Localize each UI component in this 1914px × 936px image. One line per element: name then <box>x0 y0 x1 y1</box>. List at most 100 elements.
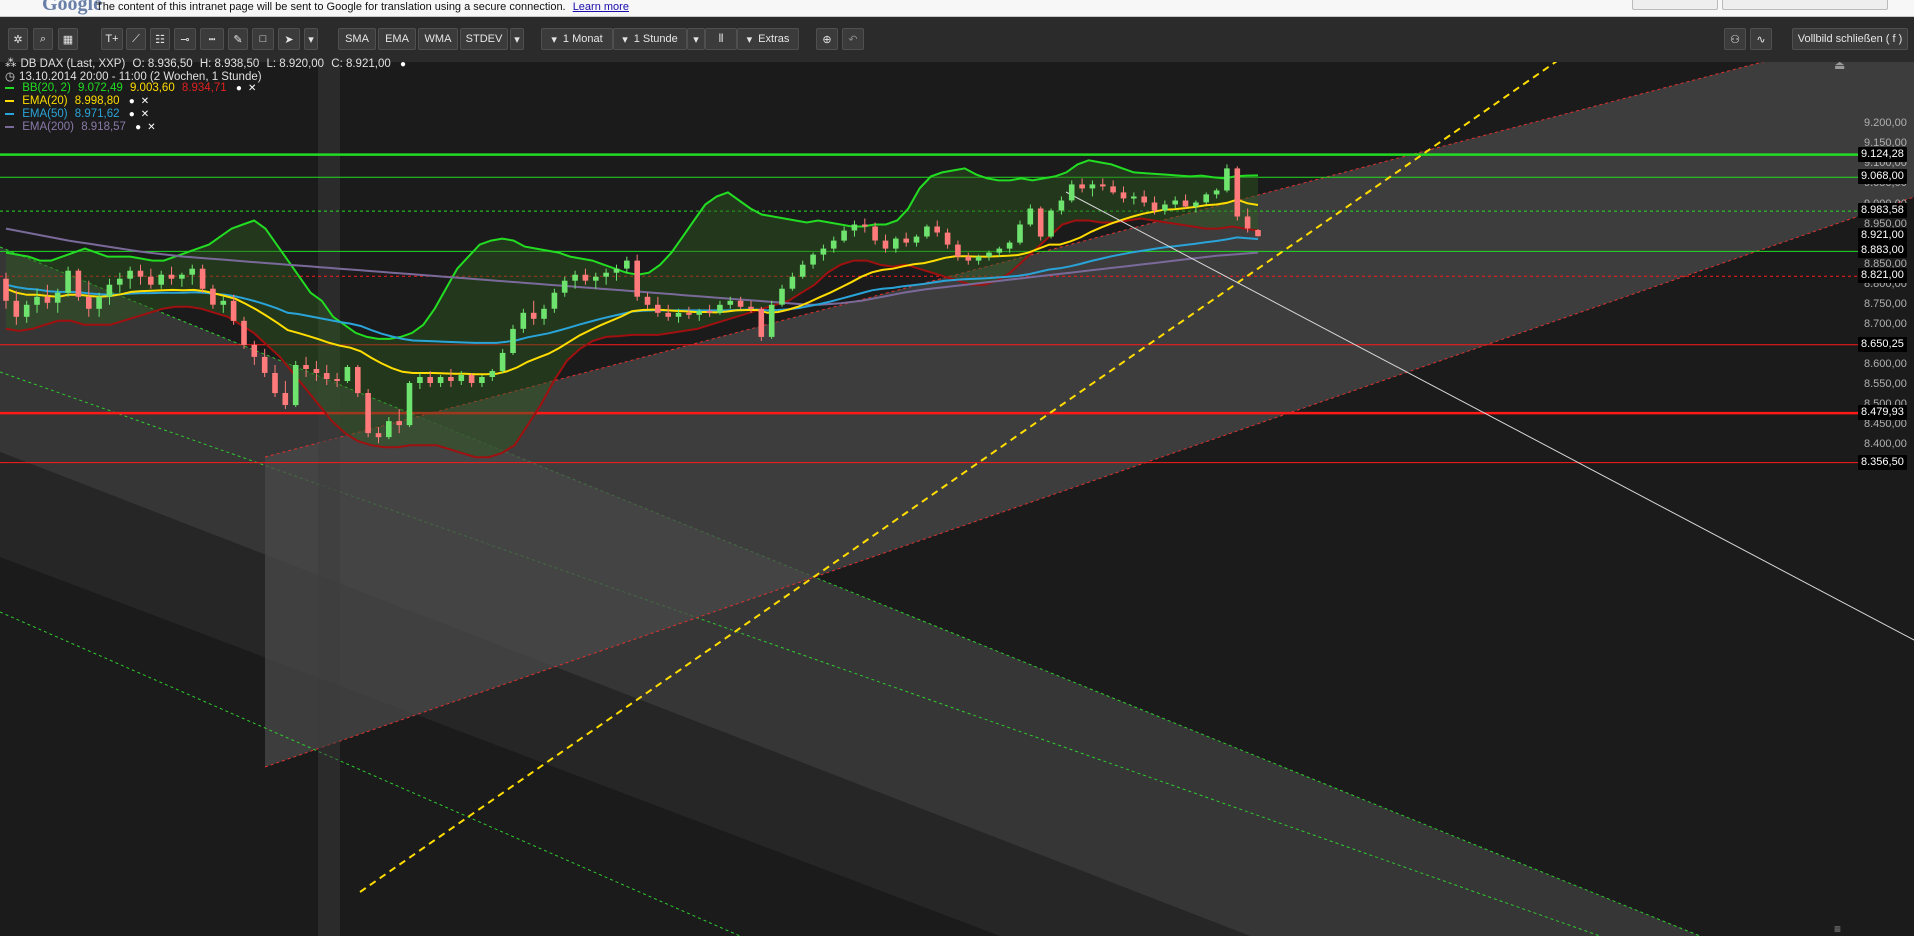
candle-body <box>955 244 961 257</box>
price-level-marker: 8.356,50 <box>1858 454 1907 470</box>
line-tool-button[interactable]: ⟋ <box>126 28 146 50</box>
candle-body <box>96 296 102 309</box>
candle-body <box>117 278 123 285</box>
candle-body <box>427 377 433 383</box>
dashed-line-button[interactable]: ┅ <box>200 28 224 50</box>
candle-body <box>551 292 558 309</box>
candle-body <box>1048 210 1054 237</box>
price-level-marker: 9.068,00 <box>1858 169 1907 185</box>
search-icon: ⌕ <box>39 32 47 45</box>
candle-body <box>882 240 889 249</box>
chart-type-button[interactable]: ⫴ <box>705 28 737 50</box>
candle-body <box>199 268 206 289</box>
text-tool-icon: T+ <box>105 33 119 45</box>
candle-body <box>1234 168 1241 217</box>
candle-body <box>675 312 682 317</box>
grid-button[interactable]: ▦ <box>58 28 78 50</box>
fibonacci-icon: ☷ <box>155 33 165 46</box>
horizontal-line-button[interactable]: ⊸ <box>174 28 196 50</box>
candle-body <box>1079 184 1085 189</box>
axis-scroll-down-icon[interactable]: ≡ <box>1834 922 1841 936</box>
tools-dropdown-button[interactable]: ▾ <box>304 28 318 50</box>
translate-button[interactable] <box>1632 0 1718 10</box>
candle-body <box>189 268 195 275</box>
candle-body <box>644 296 651 305</box>
indicator-wma-button[interactable]: WMA <box>418 28 458 50</box>
candle-body <box>261 356 268 373</box>
candle-body <box>1224 168 1230 191</box>
zoom-button[interactable]: ⊕ <box>816 28 838 50</box>
candle-body <box>1151 202 1158 211</box>
period-select[interactable]: ▾ 1 Monat <box>541 28 613 50</box>
fullscreen-close-button[interactable]: Vollbild schließen ( f ) <box>1792 28 1908 50</box>
ema200-settings-icon[interactable]: ● <box>135 122 141 133</box>
rectangle-button[interactable]: □ <box>252 28 274 50</box>
candle-body <box>851 224 858 231</box>
candle-body <box>34 296 40 305</box>
indicator-ema-button[interactable]: EMA <box>378 28 416 50</box>
chart-type-dropdown[interactable]: ▾ <box>687 28 705 50</box>
ema20-close-icon[interactable]: ✕ <box>141 96 149 107</box>
candle-body <box>717 304 723 313</box>
price-chart[interactable] <box>0 62 1914 936</box>
ema200-close-icon[interactable]: ✕ <box>147 122 155 133</box>
search-button[interactable]: ⌕ <box>33 28 53 50</box>
axis-tick-label: 8.400,00 <box>1864 438 1907 451</box>
candle-body <box>655 304 661 313</box>
fibonacci-tool-button[interactable]: ☷ <box>150 28 170 50</box>
chevron-down-icon: ▾ <box>622 33 628 46</box>
bb-settings-icon[interactable]: ● <box>236 83 242 94</box>
candle-body <box>251 344 258 357</box>
indicator-stdev-button[interactable]: STDEV <box>460 28 508 50</box>
candle-body <box>1058 200 1065 211</box>
undo-button[interactable]: ↶ <box>842 28 864 50</box>
candle-body <box>862 224 868 227</box>
settings-dot-icon[interactable]: ● <box>400 59 406 70</box>
extras-menu[interactable]: ▾ Extras <box>737 28 799 50</box>
cursor-button[interactable]: ➤ <box>278 28 300 50</box>
candle-body <box>1162 204 1168 211</box>
price-level-marker: 8.821,00 <box>1858 268 1907 284</box>
pencil-button[interactable]: ✎ <box>228 28 248 50</box>
candle-body <box>13 300 20 317</box>
zoom-icon: ⊕ <box>822 33 832 46</box>
ema20-settings-icon[interactable]: ● <box>129 96 135 107</box>
text-tool-button[interactable]: T+ <box>101 28 123 50</box>
candle-body <box>158 274 164 285</box>
learn-more-link[interactable]: Learn more <box>573 1 629 13</box>
axis-tick-label: 8.600,00 <box>1864 358 1907 370</box>
candle-body <box>561 280 568 293</box>
candle-body <box>230 300 237 321</box>
chevron-down-icon: ▾ <box>551 33 557 46</box>
candle-body <box>530 312 537 319</box>
settings-button[interactable]: ✲ <box>8 28 28 50</box>
price-level-marker: 8.883,00 <box>1858 243 1907 259</box>
axis-tick-label: 8.750,00 <box>1864 297 1907 310</box>
price-level-marker: 8.983,58 <box>1858 203 1907 219</box>
translate-options-button[interactable] <box>1722 0 1888 10</box>
candle-body <box>1037 208 1044 237</box>
axis-scroll-up-icon[interactable]: ⏏ <box>1834 58 1845 72</box>
price-level-marker: 9.124,28 <box>1858 146 1907 162</box>
candle-body <box>1172 200 1178 205</box>
pulse-button[interactable]: ∿ <box>1750 28 1772 50</box>
trendline-icon: ⟋ <box>132 32 140 45</box>
interval-select[interactable]: ▾ 1 Stunde <box>613 28 687 50</box>
chart-area[interactable]: ⁂ DB DAX (Last, XXP) O: 8.936,50 H: 8.938… <box>0 58 1914 936</box>
candle-body <box>272 373 278 394</box>
grid-icon: ▦ <box>62 33 74 46</box>
ema20-swatch <box>5 99 14 102</box>
indicator-sma-button[interactable]: SMA <box>338 28 376 50</box>
price-level-marker: 8.921,00 <box>1858 228 1907 244</box>
candle-body <box>386 421 392 438</box>
indicators-dropdown-button[interactable]: ▾ <box>510 28 524 50</box>
legend-bb: BB(20, 2) 9.072,49 9.003,60 8.934,71 ● ✕ <box>5 82 256 94</box>
candle-body <box>23 304 30 317</box>
pulse-icon: ∿ <box>1756 33 1766 46</box>
ema50-settings-icon[interactable]: ● <box>129 109 135 120</box>
candle-body <box>210 288 216 305</box>
compare-button[interactable]: ⚇ <box>1724 28 1746 50</box>
interval-value: 1 Stunde <box>633 33 678 45</box>
ema50-close-icon[interactable]: ✕ <box>141 109 149 120</box>
bb-close-icon[interactable]: ✕ <box>248 83 256 94</box>
